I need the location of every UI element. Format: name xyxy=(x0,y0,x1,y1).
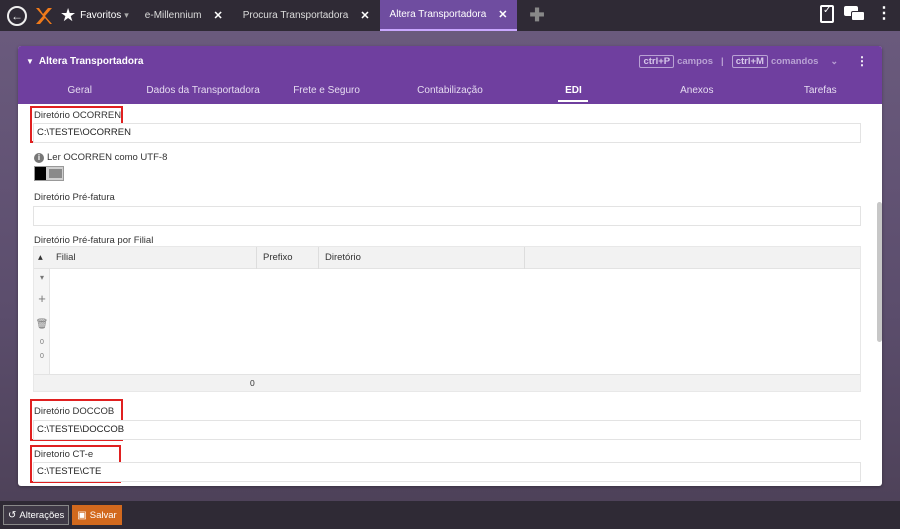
millennium-logo-icon xyxy=(36,7,52,24)
vertical-scrollbar[interactable] xyxy=(877,202,882,342)
sort-header-cell[interactable]: ▴ xyxy=(34,247,50,269)
favorites-label: Favoritos xyxy=(80,10,122,21)
selected-count: 0 xyxy=(40,353,44,360)
sort-up-icon: ▴ xyxy=(38,251,43,263)
favorites-menu[interactable]: ★ Favoritos ▾ xyxy=(60,5,129,26)
workspace: ▼ Altera Transportadora ctrl+P campos | … xyxy=(0,31,900,501)
grid-footer-value: 0 xyxy=(250,378,255,388)
close-icon[interactable]: ✕ xyxy=(213,9,222,22)
column-header-diretorio[interactable]: Diretório xyxy=(319,246,525,269)
tab-geral[interactable]: Geral xyxy=(18,76,141,104)
tab-contabilizacao[interactable]: Contabilização xyxy=(388,76,511,104)
ocorren-field[interactable]: C:\TESTE\OCORREN xyxy=(33,123,861,143)
top-tab-bar: ← ★ Favoritos ▾ e-Millennium ✕ Procura T… xyxy=(0,0,900,31)
tab-procura-transportadora[interactable]: Procura Transportadora ✕ xyxy=(233,0,380,31)
panel-title: Altera Transportadora xyxy=(38,55,144,67)
prefatura-filial-grid: ▴ Filial Prefixo Diretório ▾ + 🗑 0 0 0 xyxy=(33,246,861,392)
info-icon: i xyxy=(34,153,44,163)
grid-toolbar: ▾ + 🗑 0 0 xyxy=(34,269,50,375)
prefatura-label: Diretório Pré-fatura xyxy=(34,192,115,203)
chevron-down-icon: ▾ xyxy=(124,10,129,20)
prefatura-filial-label: Diretório Pré-fatura por Filial xyxy=(34,235,154,246)
cte-label: Diretorio CT-e xyxy=(34,449,94,460)
doccob-field[interactable]: C:\TESTE\DOCCOB xyxy=(33,420,861,440)
altera-transportadora-panel: ▼ Altera Transportadora ctrl+P campos | … xyxy=(18,46,882,486)
column-header-prefixo[interactable]: Prefixo xyxy=(257,246,319,269)
row-count: 0 xyxy=(40,339,44,346)
changes-button[interactable]: ↺ Alterações xyxy=(3,505,70,525)
grid-footer: 0 xyxy=(34,374,860,391)
tab-edi[interactable]: EDI xyxy=(512,76,635,104)
panel-tabs: Geral Dados da Transportadora Frete e Se… xyxy=(18,76,882,104)
tab-dados-da-transportadora[interactable]: Dados da Transportadora xyxy=(141,76,264,104)
tab-altera-transportadora[interactable]: Altera Transportadora ✕ xyxy=(379,0,518,31)
star-icon: ★ xyxy=(60,5,77,25)
close-icon[interactable]: ✕ xyxy=(360,9,369,22)
tab-label: Procura Transportadora xyxy=(242,10,349,21)
more-options-icon[interactable]: ⋮ xyxy=(876,6,892,22)
shortcut-fields-key: ctrl+P xyxy=(639,54,675,68)
tab-frete-e-seguro[interactable]: Frete e Seguro xyxy=(265,76,388,104)
chevron-down-icon[interactable]: ⌄ xyxy=(830,56,838,67)
panel-header: ▼ Altera Transportadora ctrl+P campos | … xyxy=(18,46,882,76)
save-button[interactable]: ▣ Salvar xyxy=(72,505,122,525)
collapse-triangle-icon[interactable]: ▼ xyxy=(26,57,34,66)
panel-more-options-icon[interactable]: ⋮ xyxy=(856,54,868,68)
dropdown-icon[interactable]: ▾ xyxy=(34,273,50,282)
tab-tarefas[interactable]: Tarefas xyxy=(759,76,882,104)
save-icon: ▣ xyxy=(77,509,87,521)
shortcut-commands-label[interactable]: comandos xyxy=(771,56,819,67)
bottom-action-bar: ↺ Alterações ▣ Salvar xyxy=(0,501,900,529)
tab-e-millennium[interactable]: e-Millennium ✕ xyxy=(135,0,233,31)
save-label: Salvar xyxy=(89,509,117,521)
edi-form: Diretório OCORREN C:\TESTE\OCORREN i Ler … xyxy=(18,104,882,486)
tab-label: Altera Transportadora xyxy=(389,9,487,20)
utf8-label-row: i Ler OCORREN como UTF-8 xyxy=(34,152,167,163)
column-header-filial[interactable]: Filial xyxy=(50,246,257,269)
history-icon: ↺ xyxy=(8,509,17,521)
add-tab-icon[interactable]: ✚ xyxy=(529,5,544,26)
tab-label: e-Millennium xyxy=(144,10,202,21)
cte-field[interactable]: C:\TESTE\CTE xyxy=(33,462,861,482)
trash-icon[interactable]: 🗑 xyxy=(34,319,50,330)
chat-icon[interactable] xyxy=(844,6,866,22)
add-row-icon[interactable]: + xyxy=(34,291,50,306)
clipboard-check-icon[interactable] xyxy=(820,5,834,23)
close-icon[interactable]: ✕ xyxy=(498,8,507,21)
ocorren-label: Diretório OCORREN xyxy=(34,110,122,121)
shortcut-fields-label[interactable]: campos xyxy=(677,56,713,67)
tab-anexos[interactable]: Anexos xyxy=(635,76,758,104)
grid-header: ▴ Filial Prefixo Diretório xyxy=(34,246,860,269)
doccob-label: Diretório DOCCOB xyxy=(34,406,115,417)
utf8-label: Ler OCORREN como UTF-8 xyxy=(47,152,168,163)
shortcut-commands-key: ctrl+M xyxy=(731,54,768,68)
separator: | xyxy=(721,55,724,67)
back-arrow-icon[interactable]: ← xyxy=(7,5,27,26)
utf8-toggle[interactable] xyxy=(34,166,64,181)
prefatura-field[interactable] xyxy=(33,206,861,226)
changes-label: Alterações xyxy=(19,509,65,521)
